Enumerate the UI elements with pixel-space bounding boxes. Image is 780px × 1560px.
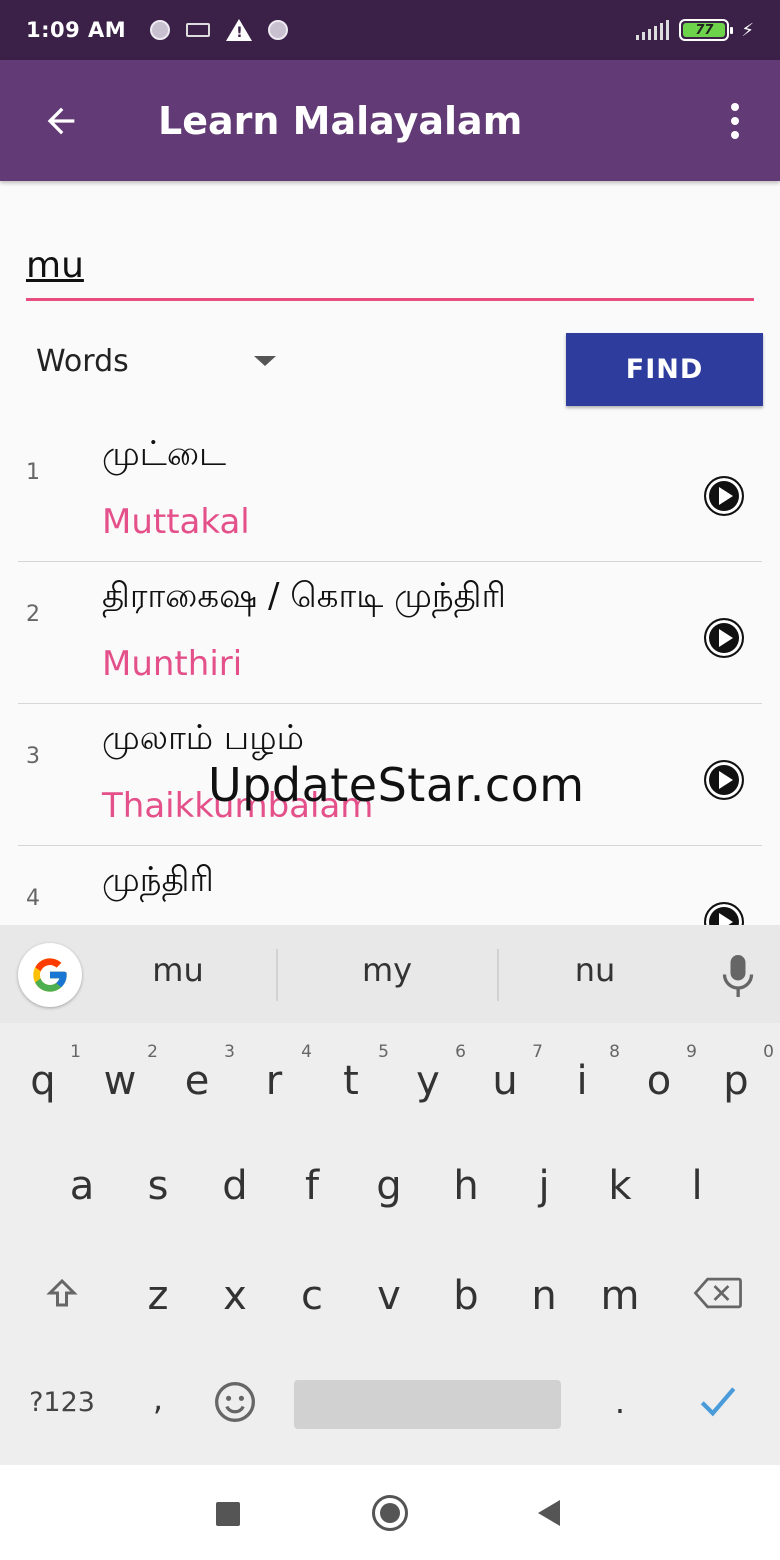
key-o[interactable]: o9: [629, 1042, 697, 1104]
comma-key[interactable]: ,: [128, 1380, 188, 1418]
emoji-key[interactable]: [205, 1380, 265, 1434]
results-list[interactable]: 1 முட்டை Muttakal 2 திராகைஷ / கொடி முந்த…: [0, 420, 780, 928]
more-vert-icon: [731, 102, 739, 111]
suggestion-item[interactable]: my: [287, 951, 487, 989]
list-item[interactable]: 1 முட்டை Muttakal: [18, 420, 762, 562]
key-a[interactable]: a: [52, 1163, 112, 1209]
warning-icon: !: [226, 19, 253, 41]
item-number: 4: [26, 886, 40, 911]
notification-icons: !: [150, 19, 289, 41]
list-item[interactable]: 2 திராகைஷ / கொடி முந்திரி Munthiri: [18, 562, 762, 704]
space-key[interactable]: [294, 1380, 561, 1429]
shift-arrow-icon: [46, 1278, 78, 1307]
home-icon[interactable]: [372, 1495, 408, 1531]
item-number: 1: [26, 460, 40, 485]
key-p[interactable]: p0: [706, 1042, 774, 1104]
shift-key[interactable]: [32, 1275, 92, 1321]
key-u[interactable]: u7: [475, 1042, 543, 1104]
category-selected: Words: [36, 343, 129, 379]
item-number: 2: [26, 602, 40, 627]
notification-dot-icon: [268, 20, 289, 40]
item-native-word: முலாம் பழம்: [102, 718, 304, 758]
back-button[interactable]: [0, 60, 122, 181]
notification-dot-icon: [150, 20, 171, 40]
item-number: 3: [26, 744, 40, 769]
item-native-word: முட்டை: [102, 434, 227, 474]
symbols-key[interactable]: ?123: [22, 1387, 102, 1418]
suggestion-item[interactable]: nu: [495, 951, 695, 989]
battery-level: 77: [683, 23, 726, 38]
key-c[interactable]: c: [282, 1273, 342, 1319]
item-romanized-word: Thaikkumbalam: [102, 786, 374, 826]
backspace-icon: [693, 1277, 742, 1309]
key-t[interactable]: t5: [321, 1042, 389, 1104]
key-k[interactable]: k: [590, 1163, 650, 1209]
list-item[interactable]: 4 முந்திரி: [18, 846, 762, 928]
key-d[interactable]: d: [205, 1163, 265, 1209]
play-audio-button[interactable]: [704, 618, 744, 658]
system-nav-bar: [0, 1465, 780, 1560]
status-bar: 1:09 AM ! 77 ⚡: [0, 0, 780, 60]
key-g[interactable]: g: [359, 1163, 419, 1209]
item-native-word: திராகைஷ / கொடி முந்திரி: [102, 576, 506, 616]
recents-icon[interactable]: [216, 1502, 240, 1526]
page-title: Learn Malayalam: [158, 98, 523, 143]
search-input[interactable]: [26, 235, 754, 295]
nav-back-icon[interactable]: [538, 1500, 560, 1526]
key-j[interactable]: j: [514, 1163, 574, 1209]
microphone-icon[interactable]: [720, 953, 756, 999]
key-w[interactable]: w2: [90, 1042, 158, 1104]
check-icon: [700, 1387, 736, 1417]
item-native-word: முந்திரி: [102, 860, 214, 900]
key-x[interactable]: x: [205, 1273, 265, 1319]
charging-icon: ⚡: [741, 19, 754, 41]
key-y[interactable]: y6: [398, 1042, 466, 1104]
key-f[interactable]: f: [282, 1163, 342, 1209]
key-i[interactable]: i8: [552, 1042, 620, 1104]
search-field[interactable]: [26, 235, 754, 301]
soft-keyboard: mu my nu q1 w2 e3 r4 t5 y6 u7 i8 o9 p0 a…: [0, 925, 780, 1465]
keyboard-icon: [186, 23, 211, 37]
play-audio-button[interactable]: [704, 760, 744, 800]
key-s[interactable]: s: [128, 1163, 188, 1209]
key-r[interactable]: r4: [244, 1042, 312, 1104]
suggestion-item[interactable]: mu: [78, 951, 278, 989]
category-dropdown[interactable]: Words: [36, 336, 286, 386]
system-icons: 77 ⚡: [636, 19, 754, 41]
key-m[interactable]: m: [590, 1273, 650, 1319]
key-b[interactable]: b: [436, 1273, 496, 1319]
overflow-menu-button[interactable]: [690, 60, 780, 181]
key-v[interactable]: v: [359, 1273, 419, 1319]
status-time: 1:09 AM: [26, 18, 127, 42]
app-bar: Learn Malayalam: [0, 60, 780, 181]
smiley-icon: [215, 1382, 255, 1422]
key-n[interactable]: n: [514, 1273, 574, 1319]
list-item[interactable]: 3 முலாம் பழம் Thaikkumbalam: [18, 704, 762, 846]
period-key[interactable]: .: [590, 1383, 650, 1421]
key-e[interactable]: e3: [167, 1042, 235, 1104]
key-h[interactable]: h: [436, 1163, 496, 1209]
play-audio-button[interactable]: [704, 476, 744, 516]
caret-down-icon: [254, 356, 276, 366]
google-icon[interactable]: [18, 943, 82, 1007]
arrow-left-icon: [47, 107, 75, 134]
backspace-key[interactable]: [688, 1275, 748, 1321]
item-romanized-word: Muttakal: [102, 502, 250, 542]
key-z[interactable]: z: [128, 1273, 188, 1319]
find-button[interactable]: FIND: [566, 333, 763, 406]
suggestion-bar: mu my nu: [0, 925, 780, 1023]
signal-icon: [636, 20, 670, 40]
enter-key[interactable]: [688, 1383, 748, 1429]
item-romanized-word: Munthiri: [102, 644, 243, 684]
battery-icon: 77: [679, 19, 734, 41]
key-l[interactable]: l: [667, 1163, 727, 1209]
key-q[interactable]: q1: [13, 1042, 81, 1104]
